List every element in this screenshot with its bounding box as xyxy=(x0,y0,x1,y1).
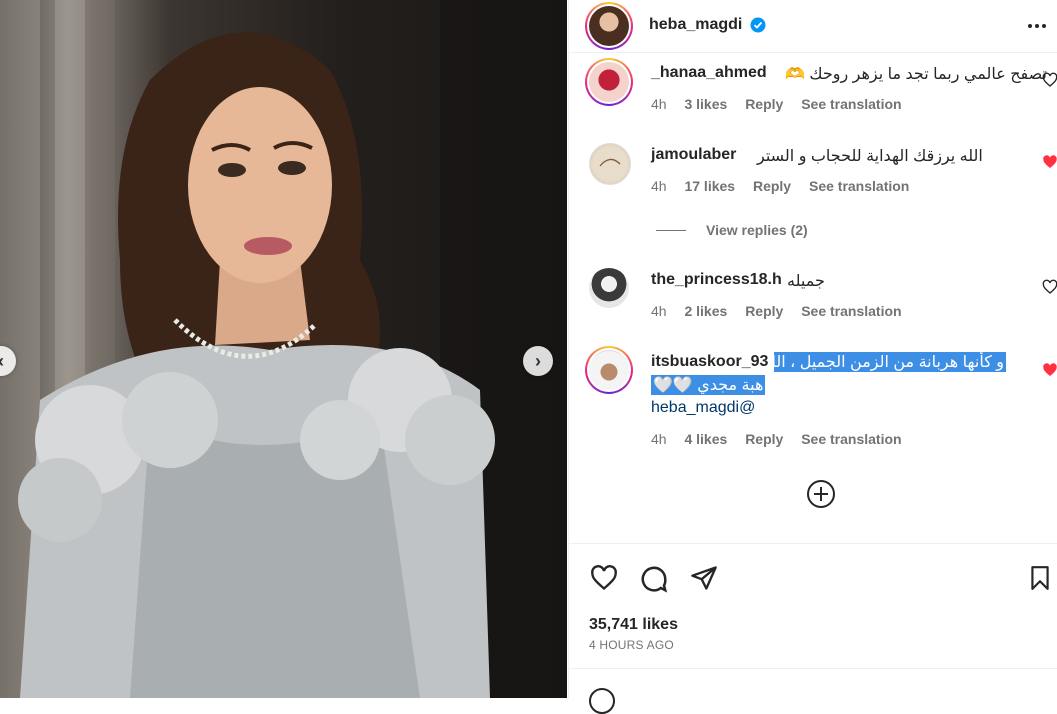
save-bookmark-icon[interactable] xyxy=(1027,564,1053,592)
see-translation-button[interactable]: See translation xyxy=(801,303,901,319)
comment-text-line-2: هبة مجدي 🤍🤍 xyxy=(651,375,766,395)
reply-button[interactable]: Reply xyxy=(745,303,783,319)
like-post-icon[interactable] xyxy=(589,564,619,592)
like-comment-icon[interactable] xyxy=(1042,72,1057,88)
share-icon[interactable] xyxy=(689,564,719,592)
comment-username[interactable]: itsbuaskoor_93 xyxy=(651,353,768,371)
comment-meta: 4h 2 likes Reply See translation xyxy=(651,303,916,319)
comment-likes[interactable]: 3 likes xyxy=(684,96,727,112)
comment-text: الله يرزقك الهداية للحجاب و الستر xyxy=(757,148,983,165)
comment-text-line-1: و كأنها هربانة من الزمن الجميل ، الليدي xyxy=(774,352,1006,372)
emoji-icon[interactable] xyxy=(589,688,615,714)
more-options-icon[interactable] xyxy=(1027,16,1047,36)
commenter-avatar[interactable] xyxy=(589,143,631,185)
comment-text: تصفح عالمي ربما تجد ما يزهر روحك 🫶 xyxy=(785,66,1047,83)
view-replies-divider xyxy=(656,230,686,231)
comment-time: 4h xyxy=(651,178,667,194)
post-header: heba_magdi xyxy=(569,0,1057,53)
comment-meta: 4h 4 likes Reply See translation xyxy=(651,431,916,447)
comment-likes[interactable]: 4 likes xyxy=(684,431,727,447)
comment-username[interactable]: the_princess18.h xyxy=(651,271,782,289)
see-translation-button[interactable]: See translation xyxy=(809,178,909,194)
author-username[interactable]: heba_magdi xyxy=(649,16,742,34)
next-photo-button[interactable]: › xyxy=(523,346,553,376)
comment-time: 4h xyxy=(651,303,667,319)
commenter-avatar[interactable] xyxy=(585,346,633,394)
like-comment-icon[interactable] xyxy=(1042,279,1057,295)
comment-username[interactable]: _hanaa_ahmed xyxy=(651,64,767,82)
comment-text: جميله xyxy=(787,273,825,290)
reply-button[interactable]: Reply xyxy=(753,178,791,194)
comment-time: 4h xyxy=(651,431,667,447)
load-more-comments-icon[interactable] xyxy=(806,479,836,509)
liked-comment-heart-icon[interactable] xyxy=(1042,154,1057,170)
comment-meta: 4h 17 likes Reply See translation xyxy=(651,178,923,194)
commenter-avatar[interactable] xyxy=(589,268,629,308)
comment-likes[interactable]: 17 likes xyxy=(684,178,735,194)
post-timestamp: 4 HOURS AGO xyxy=(589,638,674,652)
author-avatar[interactable] xyxy=(585,2,633,50)
see-translation-button[interactable]: See translation xyxy=(801,431,901,447)
add-comment-divider xyxy=(569,668,1057,669)
post-photo[interactable]: ‹ › xyxy=(0,0,567,698)
post-likes-count[interactable]: 35,741 likes xyxy=(589,616,678,634)
see-translation-button[interactable]: See translation xyxy=(801,96,901,112)
portrait-image xyxy=(0,0,567,698)
reply-button[interactable]: Reply xyxy=(745,96,783,112)
comment-meta: 4h 3 likes Reply See translation xyxy=(651,96,916,112)
comment-time: 4h xyxy=(651,96,667,112)
liked-comment-heart-icon[interactable] xyxy=(1042,362,1057,378)
post-actions: 35,741 likes 4 HOURS AGO xyxy=(569,543,1057,714)
comment-username[interactable]: jamoulaber xyxy=(651,146,736,164)
comment-icon[interactable] xyxy=(639,564,669,594)
reply-button[interactable]: Reply xyxy=(745,431,783,447)
verified-badge-icon xyxy=(750,17,766,33)
mention-link[interactable]: heba_magdi@ xyxy=(651,399,755,417)
view-replies-button[interactable]: View replies (2) xyxy=(706,222,808,238)
comment-likes[interactable]: 2 likes xyxy=(684,303,727,319)
comments-panel: heba_magdi _hanaa_ahmed تصفح عالمي ربما … xyxy=(568,0,1057,714)
commenter-avatar[interactable] xyxy=(585,58,633,106)
